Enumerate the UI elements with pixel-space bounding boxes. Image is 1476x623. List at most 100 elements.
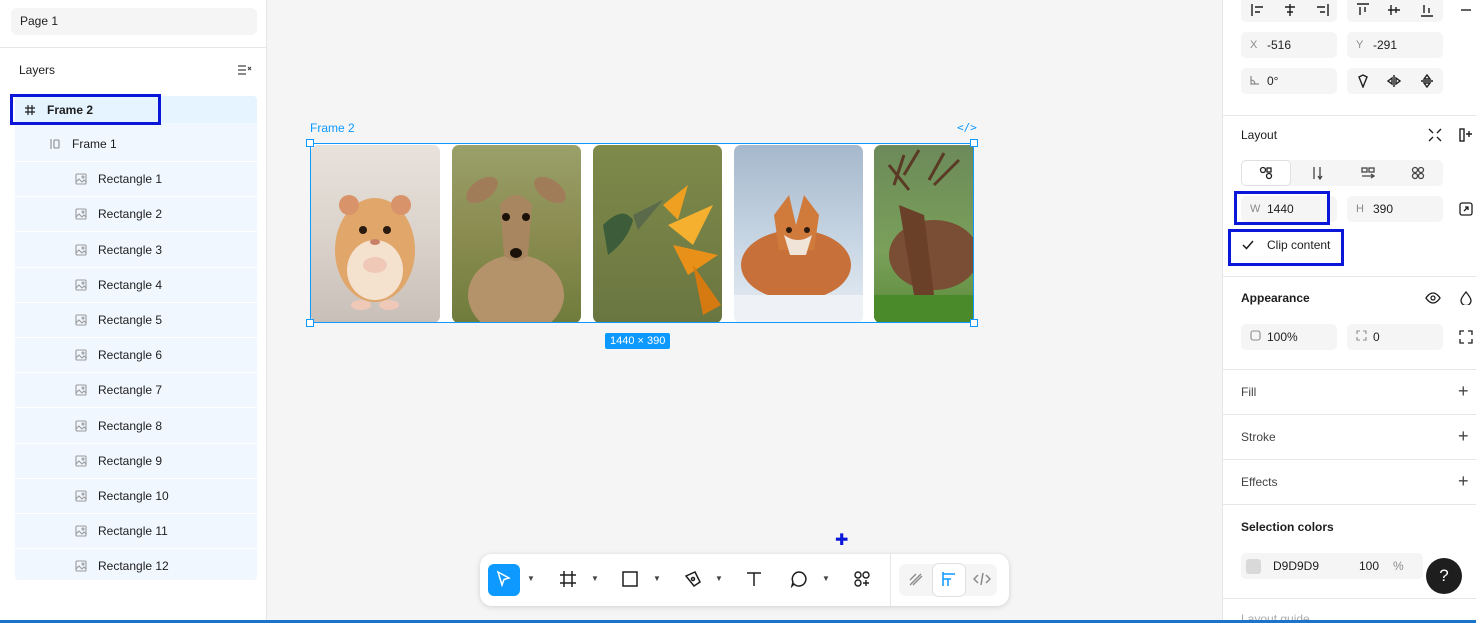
help-label: ? bbox=[1439, 566, 1449, 585]
corner-radius-field[interactable]: 0 bbox=[1347, 324, 1443, 350]
layer-label: Rectangle 6 bbox=[98, 348, 163, 363]
image-icon bbox=[74, 559, 88, 573]
opacity-icon bbox=[1250, 330, 1267, 344]
layer-label: Rectangle 3 bbox=[98, 242, 163, 257]
add-effect-plus-icon[interactable]: + bbox=[1458, 472, 1469, 490]
layer-label: Frame 1 bbox=[72, 137, 117, 151]
layer-label: Rectangle 8 bbox=[98, 418, 163, 433]
comment-tool-button[interactable] bbox=[783, 564, 815, 596]
layer-row[interactable]: Rectangle 6 bbox=[15, 338, 257, 374]
layer-row[interactable]: Rectangle 1 bbox=[15, 162, 257, 198]
rotation-field[interactable]: 0° bbox=[1241, 68, 1337, 94]
chevron-down-icon[interactable]: ▼ bbox=[653, 574, 663, 584]
align-right-icon[interactable] bbox=[1314, 2, 1330, 18]
blend-mode-icon[interactable] bbox=[1458, 290, 1474, 306]
chevron-down-icon[interactable]: ▼ bbox=[822, 574, 832, 584]
image-icon bbox=[74, 419, 88, 433]
highlight-box-clip-content bbox=[1228, 229, 1344, 266]
add-stroke-plus-icon[interactable]: + bbox=[1458, 427, 1469, 445]
color-opacity-value[interactable]: 100 bbox=[1359, 559, 1393, 573]
design-mode-button[interactable] bbox=[933, 564, 965, 596]
layer-row[interactable]: Rectangle 10 bbox=[15, 479, 257, 514]
chevron-down-icon[interactable]: ▼ bbox=[527, 574, 537, 584]
x-field[interactable]: X -516 bbox=[1241, 32, 1337, 58]
align-center-icon[interactable] bbox=[1282, 2, 1298, 18]
layer-row[interactable]: Frame 1 bbox=[15, 127, 257, 162]
draw-icon bbox=[907, 570, 925, 591]
image-icon bbox=[74, 278, 88, 292]
layer-row[interactable]: Rectangle 11 bbox=[15, 514, 257, 550]
freeform-layout-icon bbox=[1258, 165, 1274, 181]
help-button[interactable]: ? bbox=[1426, 558, 1462, 594]
horizontal-layout-icon[interactable] bbox=[1360, 165, 1376, 181]
selection-color-row[interactable]: D9D9D9 100 % bbox=[1241, 553, 1423, 579]
add-fill-plus-icon[interactable]: + bbox=[1458, 382, 1469, 400]
layers-list: Frame 2 Frame 1 Rectangle 1 Rectangle 2 Rect… bbox=[15, 96, 257, 580]
flip-vertical-icon[interactable] bbox=[1419, 73, 1435, 89]
rectangle-tool-button[interactable] bbox=[614, 564, 646, 596]
collapse-icon[interactable] bbox=[1427, 127, 1443, 143]
color-hex-value[interactable]: D9D9D9 bbox=[1273, 559, 1359, 573]
color-swatch[interactable] bbox=[1246, 558, 1261, 574]
divider bbox=[1223, 115, 1476, 116]
resize-handle-tl[interactable] bbox=[306, 139, 314, 147]
divider bbox=[0, 47, 266, 48]
size-badge: 1440 × 390 bbox=[605, 333, 671, 349]
fill-title: Fill bbox=[1241, 385, 1257, 399]
actions-button[interactable] bbox=[846, 564, 878, 596]
move-tool-button[interactable] bbox=[488, 564, 520, 596]
divider bbox=[1223, 504, 1476, 505]
layer-label: Rectangle 9 bbox=[98, 453, 163, 468]
layer-row[interactable]: Rectangle 9 bbox=[15, 444, 257, 479]
divider bbox=[890, 554, 891, 606]
independent-corners-icon[interactable] bbox=[1458, 329, 1474, 345]
grid-layout-icon[interactable] bbox=[1410, 165, 1426, 181]
page-selector[interactable]: Page 1 bbox=[11, 8, 257, 35]
distribute-icon[interactable] bbox=[1458, 2, 1474, 18]
layer-label: Rectangle 12 bbox=[98, 559, 169, 574]
vertical-layout-icon[interactable] bbox=[1309, 165, 1325, 181]
stroke-title: Stroke bbox=[1241, 430, 1276, 444]
frame-tool-button[interactable] bbox=[552, 564, 584, 596]
resize-handle-bl[interactable] bbox=[306, 319, 314, 327]
layer-row[interactable]: Rectangle 7 bbox=[15, 373, 257, 409]
dev-mode-button[interactable] bbox=[966, 564, 998, 596]
layer-row[interactable]: Rectangle 8 bbox=[15, 409, 257, 444]
auto-layout-icon bbox=[48, 137, 62, 151]
layer-label: Rectangle 11 bbox=[98, 524, 168, 539]
height-field[interactable]: H 390 bbox=[1347, 196, 1443, 222]
align-middle-icon[interactable] bbox=[1386, 2, 1402, 18]
pen-tool-button[interactable] bbox=[677, 564, 709, 596]
layer-row[interactable]: Rectangle 3 bbox=[15, 233, 257, 268]
frame-2[interactable] bbox=[310, 143, 974, 323]
align-top-icon[interactable] bbox=[1355, 2, 1371, 18]
layer-row[interactable]: Rectangle 2 bbox=[15, 197, 257, 233]
resize-to-fit-icon[interactable] bbox=[1458, 201, 1474, 217]
collapse-layers-icon[interactable] bbox=[236, 62, 252, 78]
chevron-down-icon[interactable]: ▼ bbox=[591, 574, 601, 584]
opacity-field[interactable]: 100% bbox=[1241, 324, 1337, 350]
rotate-icon[interactable] bbox=[1355, 73, 1371, 89]
chevron-down-icon[interactable]: ▼ bbox=[715, 574, 725, 584]
align-bottom-icon[interactable] bbox=[1419, 2, 1435, 18]
photo-hamster bbox=[311, 145, 440, 322]
text-tool-button[interactable] bbox=[738, 564, 770, 596]
draw-mode-button[interactable] bbox=[900, 564, 932, 596]
layer-label: Rectangle 5 bbox=[98, 313, 163, 327]
layer-row[interactable]: Rectangle 12 bbox=[15, 549, 257, 580]
resize-handle-tr[interactable] bbox=[970, 139, 978, 147]
y-field[interactable]: Y -291 bbox=[1347, 32, 1443, 58]
h-value: 390 bbox=[1373, 202, 1394, 216]
dev-code-icon[interactable]: </> bbox=[957, 121, 977, 134]
image-icon bbox=[74, 524, 88, 538]
canvas[interactable]: Frame 2 </> 1440 × 390 ✚ ▼ ▼ ▼ ▼ ▼ bbox=[267, 0, 1222, 623]
frame-label[interactable]: Frame 2 bbox=[310, 121, 355, 135]
eye-icon[interactable] bbox=[1425, 290, 1441, 306]
flip-horizontal-icon[interactable] bbox=[1386, 73, 1402, 89]
layer-row[interactable]: Rectangle 4 bbox=[15, 268, 257, 303]
radius-value: 0 bbox=[1373, 330, 1380, 344]
align-left-icon[interactable] bbox=[1250, 2, 1266, 18]
resize-handle-br[interactable] bbox=[970, 319, 978, 327]
layer-row[interactable]: Rectangle 5 bbox=[15, 303, 257, 338]
auto-layout-icon[interactable] bbox=[1458, 127, 1474, 143]
